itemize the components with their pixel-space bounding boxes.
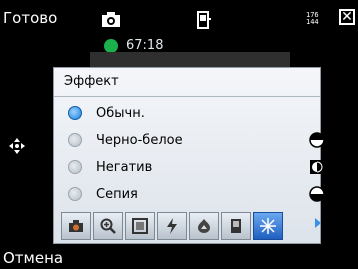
- circle-half-bw-icon: [309, 132, 325, 148]
- scroll-right-icon[interactable]: [315, 218, 321, 228]
- radio-selected[interactable]: [68, 106, 82, 120]
- divider: [54, 96, 320, 97]
- brightness-icon: [231, 219, 241, 233]
- dpad-icon[interactable]: [8, 137, 26, 155]
- recording-status: 67:18: [104, 38, 163, 53]
- brightness-button[interactable]: [221, 212, 251, 240]
- option-black-white[interactable]: Черно-белое: [68, 129, 288, 151]
- camera-icon: [102, 12, 120, 27]
- option-label: Негатив: [96, 159, 153, 175]
- flash-icon: [167, 218, 177, 234]
- option-label: Сепия: [96, 186, 138, 202]
- frame-icon: [132, 218, 148, 234]
- camera-mode-button[interactable]: [61, 212, 91, 240]
- zoom-button[interactable]: [93, 212, 123, 240]
- done-button[interactable]: Готово: [3, 9, 57, 27]
- cancel-button[interactable]: Отмена: [3, 249, 63, 267]
- option-normal[interactable]: Обычн.: [62, 100, 288, 126]
- settings-toolbar: [55, 211, 321, 241]
- effect-button[interactable]: [253, 212, 283, 240]
- option-label: Обычн.: [96, 105, 145, 121]
- white-balance-button[interactable]: [189, 212, 219, 240]
- radio[interactable]: [68, 160, 82, 174]
- camera-mode-icon: [69, 220, 83, 232]
- radio[interactable]: [68, 133, 82, 147]
- frame-button[interactable]: [125, 212, 155, 240]
- negative-square-icon: [310, 160, 324, 174]
- record-time: 67:18: [126, 38, 164, 53]
- zoom-icon: [100, 218, 116, 234]
- phone-signal-icon: [197, 11, 211, 29]
- record-dot-icon: [104, 38, 118, 53]
- panel-title: Эффект: [64, 74, 119, 89]
- option-negative[interactable]: Негатив: [68, 156, 288, 178]
- effect-panel: Эффект Обычн. Черно-белое Негатив Сепия: [53, 67, 325, 244]
- white-balance-icon: [198, 219, 210, 233]
- resolution-icon: 176 144: [306, 11, 319, 26]
- effect-star-icon: [260, 218, 276, 234]
- close-icon[interactable]: ✕: [339, 9, 355, 25]
- option-sepia[interactable]: Сепия: [68, 183, 288, 205]
- circle-sepia-icon: [309, 186, 325, 202]
- flash-button[interactable]: [157, 212, 187, 240]
- radio[interactable]: [68, 187, 82, 201]
- option-label: Черно-белое: [96, 132, 183, 148]
